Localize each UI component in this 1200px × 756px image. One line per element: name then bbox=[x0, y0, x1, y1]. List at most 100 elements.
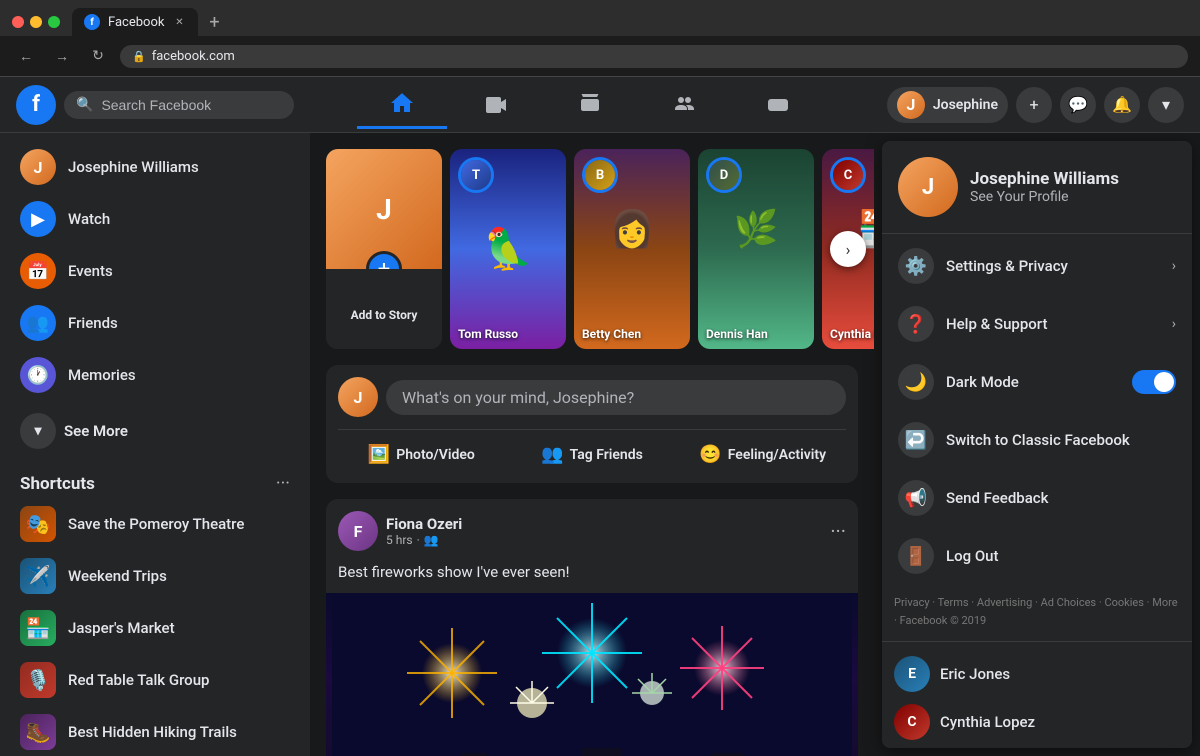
darkmode-toggle[interactable] bbox=[1132, 370, 1176, 394]
settings-icon: ⚙️ bbox=[898, 248, 934, 284]
sidebar-item-events[interactable]: 📅 Events bbox=[8, 245, 302, 297]
address-bar[interactable]: 🔒 facebook.com bbox=[120, 45, 1188, 68]
menu-profile-info: Josephine Williams See Your Profile bbox=[970, 169, 1119, 205]
shortcut-redtable-icon: 🎙️ bbox=[20, 662, 56, 698]
search-input[interactable] bbox=[101, 97, 281, 113]
add-story-bottom: Add to Story bbox=[326, 269, 442, 349]
nav-video[interactable] bbox=[451, 81, 541, 129]
post-image-fireworks bbox=[326, 593, 858, 756]
darkmode-icon: 🌙 bbox=[898, 364, 934, 400]
lock-icon: 🔒 bbox=[132, 50, 146, 63]
shortcut-jasper-name: Jasper's Market bbox=[68, 619, 175, 637]
watch-icon: ▶ bbox=[20, 201, 56, 237]
menu-item-settings[interactable]: ⚙️ Settings & Privacy › bbox=[886, 238, 1188, 294]
left-sidebar: J Josephine Williams ▶ Watch 📅 Events 👥 … bbox=[0, 133, 310, 756]
sidebar-events-label: Events bbox=[68, 262, 113, 280]
post-composer: J What's on your mind, Josephine? 🖼️ Pho… bbox=[326, 365, 858, 483]
facebook-header: f 🔍 J bbox=[0, 77, 1200, 133]
composer-actions: 🖼️ Photo/Video 👥 Tag Friends 😊 Feeling/A… bbox=[338, 429, 846, 471]
photo-video-button[interactable]: 🖼️ Photo/Video bbox=[338, 438, 505, 471]
close-window-button[interactable] bbox=[12, 16, 24, 28]
post-author-name: Fiona Ozeri bbox=[386, 515, 462, 533]
shortcut-hiking[interactable]: 🥾 Best Hidden Hiking Trails bbox=[8, 706, 302, 756]
facebook-logo[interactable]: f bbox=[16, 85, 56, 125]
post-friends-icon: 👥 bbox=[424, 533, 439, 547]
story-tom[interactable]: T 🦜 Tom Russo bbox=[450, 149, 566, 349]
menu-button[interactable]: ▾ bbox=[1148, 87, 1184, 123]
logout-label: Log Out bbox=[946, 547, 1176, 565]
story-name-dennis: Dennis Han bbox=[706, 327, 806, 341]
shortcut-weekend[interactable]: ✈️ Weekend Trips bbox=[8, 550, 302, 602]
menu-item-darkmode[interactable]: 🌙 Dark Mode bbox=[886, 354, 1188, 410]
sidebar-friends-label: Friends bbox=[68, 314, 118, 332]
shortcut-hiking-name: Best Hidden Hiking Trails bbox=[68, 723, 237, 741]
help-icon: ❓ bbox=[898, 306, 934, 342]
shortcuts-more-button[interactable]: ··· bbox=[276, 473, 290, 494]
maximize-window-button[interactable] bbox=[48, 16, 60, 28]
see-more-button[interactable]: ▾ See More bbox=[8, 405, 302, 457]
story-betty[interactable]: B 👩 Betty Chen bbox=[574, 149, 690, 349]
stories-container: J + Add to Story T 🦜 Tom Russo bbox=[326, 149, 858, 349]
nav-groups[interactable] bbox=[639, 81, 729, 129]
notifications-button[interactable]: 🔔 bbox=[1104, 87, 1140, 123]
stories-next-button[interactable]: › bbox=[830, 231, 866, 267]
menu-divider-1 bbox=[882, 233, 1192, 234]
photo-icon: 🖼️ bbox=[368, 444, 390, 465]
post-header: F Fiona Ozeri 5 hrs · 👥 ··· bbox=[326, 499, 858, 563]
search-bar[interactable]: 🔍 bbox=[64, 91, 294, 119]
post-card: F Fiona Ozeri 5 hrs · 👥 ··· Best firewor… bbox=[326, 499, 858, 756]
post-more-button[interactable]: ··· bbox=[830, 519, 846, 543]
messenger-button[interactable]: 💬 bbox=[1060, 87, 1096, 123]
add-story-card[interactable]: J + Add to Story bbox=[326, 149, 442, 349]
shortcut-pomeroy[interactable]: 🎭 Save the Pomeroy Theatre bbox=[8, 498, 302, 550]
nav-home[interactable] bbox=[357, 81, 447, 129]
feeling-button[interactable]: 😊 Feeling/Activity bbox=[679, 438, 846, 471]
sidebar-memories-label: Memories bbox=[68, 366, 136, 384]
reload-button[interactable]: ↻ bbox=[84, 42, 112, 70]
help-label: Help & Support bbox=[946, 315, 1160, 333]
menu-profile-avatar: J bbox=[898, 157, 958, 217]
menu-profile-section[interactable]: J Josephine Williams See Your Profile bbox=[886, 145, 1188, 229]
menu-item-help[interactable]: ❓ Help & Support › bbox=[886, 296, 1188, 352]
see-more-icon: ▾ bbox=[20, 413, 56, 449]
nav-gaming[interactable] bbox=[733, 81, 823, 129]
classic-icon: ↩️ bbox=[898, 422, 934, 458]
menu-item-feedback[interactable]: 📢 Send Feedback bbox=[886, 470, 1188, 526]
shortcut-redtable-name: Red Table Talk Group bbox=[68, 671, 209, 689]
header-profile-btn[interactable]: J Josephine bbox=[887, 87, 1008, 123]
menu-item-logout[interactable]: 🚪 Log Out bbox=[886, 528, 1188, 584]
composer-avatar: J bbox=[338, 377, 378, 417]
forward-button[interactable]: → bbox=[48, 42, 76, 70]
shortcut-redtable[interactable]: 🎙️ Red Table Talk Group bbox=[8, 654, 302, 706]
back-button[interactable]: ← bbox=[12, 42, 40, 70]
menu-item-classic[interactable]: ↩️ Switch to Classic Facebook bbox=[886, 412, 1188, 468]
contact-avatar-eric: E bbox=[894, 656, 930, 692]
photo-video-label: Photo/Video bbox=[396, 447, 475, 463]
minimize-window-button[interactable] bbox=[30, 16, 42, 28]
tab-bar: f Facebook ✕ + bbox=[72, 8, 226, 36]
menu-profile-sub: See Your Profile bbox=[970, 189, 1119, 205]
sidebar-item-memories[interactable]: 🕐 Memories bbox=[8, 349, 302, 401]
active-tab[interactable]: f Facebook ✕ bbox=[72, 8, 198, 36]
shortcut-pomeroy-icon: 🎭 bbox=[20, 506, 56, 542]
tab-favicon: f bbox=[84, 14, 100, 30]
add-button[interactable]: + bbox=[1016, 87, 1052, 123]
shortcuts-title: Shortcuts bbox=[20, 474, 95, 494]
contact-cynthia[interactable]: C Cynthia Lopez bbox=[886, 698, 1188, 746]
story-dennis[interactable]: D 🌿 Dennis Han bbox=[698, 149, 814, 349]
shortcut-weekend-icon: ✈️ bbox=[20, 558, 56, 594]
tab-close-button[interactable]: ✕ bbox=[172, 15, 186, 29]
new-tab-button[interactable]: + bbox=[202, 10, 226, 34]
nav-marketplace[interactable] bbox=[545, 81, 635, 129]
shortcut-jasper-icon: 🏪 bbox=[20, 610, 56, 646]
contact-eric[interactable]: E Eric Jones bbox=[886, 650, 1188, 698]
sidebar-item-watch[interactable]: ▶ Watch bbox=[8, 193, 302, 245]
tag-friends-button[interactable]: 👥 Tag Friends bbox=[509, 438, 676, 471]
settings-arrow-icon: › bbox=[1172, 258, 1176, 274]
story-avatar-tom: T bbox=[458, 157, 494, 193]
sidebar-item-profile[interactable]: J Josephine Williams bbox=[8, 141, 302, 193]
contact-betty[interactable]: B Betty Chen bbox=[886, 746, 1188, 748]
shortcut-jasper[interactable]: 🏪 Jasper's Market bbox=[8, 602, 302, 654]
sidebar-item-friends[interactable]: 👥 Friends bbox=[8, 297, 302, 349]
composer-input[interactable]: What's on your mind, Josephine? bbox=[386, 380, 846, 415]
